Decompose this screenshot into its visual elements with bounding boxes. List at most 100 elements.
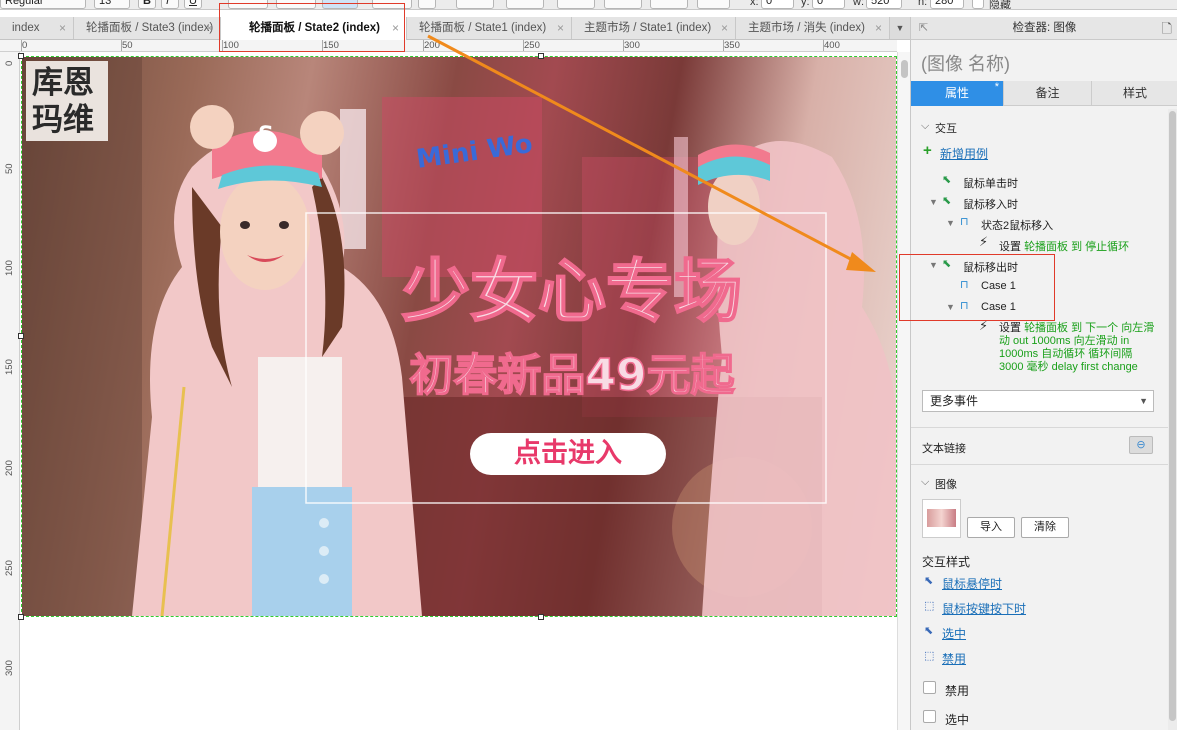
clear-button[interactable]: 清除: [1021, 517, 1069, 538]
close-icon[interactable]: ×: [557, 17, 564, 39]
border-color-button[interactable]: [557, 0, 595, 9]
ruler-label: 100: [4, 260, 15, 276]
tab-theme-state1[interactable]: 主题市场 / State1 (index) ×: [572, 17, 736, 39]
tab-label: 属性: [944, 86, 969, 100]
tab-label: 轮播面板 / State1 (index): [419, 22, 547, 34]
italic-button[interactable]: I: [161, 0, 179, 9]
close-icon[interactable]: ×: [206, 17, 213, 39]
ruler-label: 0: [22, 40, 28, 51]
tab-state1[interactable]: 轮播面板 / State1 (index) ×: [407, 17, 572, 39]
collapse-icon[interactable]: ⇱: [919, 17, 928, 40]
font-style-select[interactable]: Regular: [0, 0, 86, 9]
tab-theme-hide[interactable]: 主题市场 / 消失 (index) ×: [736, 17, 890, 39]
tab-label: 备注: [1035, 86, 1060, 100]
selected-checkbox[interactable]: [923, 710, 936, 723]
italic-label: I: [166, 0, 170, 7]
resize-handle[interactable]: [18, 333, 24, 339]
w-label: w:: [853, 0, 864, 8]
section-image[interactable]: 图像: [935, 476, 957, 492]
image-thumbnail: [922, 499, 961, 538]
ruler-label: 200: [424, 40, 440, 51]
divider: [911, 464, 1168, 465]
case-state2[interactable]: 状态2鼠标移入: [981, 217, 1053, 233]
action-slide-next[interactable]: 设置 轮播面板 到 下一个 向左滑 动 out 1000ms 向左滑动 in 1…: [999, 322, 1154, 374]
action-stop-loop[interactable]: 轮播面板 到 停止循环: [1024, 241, 1129, 253]
event-mouse-enter[interactable]: 鼠标移入时: [963, 196, 1018, 212]
banner-subhead: 初春新品49元起: [409, 349, 736, 402]
annotation-box-tab: [219, 3, 405, 52]
tab-label: 样式: [1122, 86, 1147, 100]
expand-icon[interactable]: ▼: [946, 217, 955, 229]
enter-button[interactable]: 点击进入: [470, 433, 666, 475]
scrollbar-thumb[interactable]: [1169, 111, 1176, 721]
cursor-event-icon: ⬉: [942, 195, 952, 207]
h-value: 280: [935, 0, 954, 7]
tab-notes[interactable]: 备注: [1003, 81, 1091, 106]
resize-handle[interactable]: [538, 53, 544, 59]
border-style-button[interactable]: [650, 0, 688, 9]
cap-logo: S: [258, 123, 274, 148]
resize-handle[interactable]: [18, 53, 24, 59]
more-events-dropdown[interactable]: 更多事件 ▼: [922, 390, 1154, 412]
tab-label: index: [12, 22, 40, 34]
fill-color-button[interactable]: [456, 0, 494, 9]
inspector-header: ⇱ 检查器: 图像 🗋: [911, 17, 1177, 40]
carousel-banner-image[interactable]: 库恩 玛维 S Mini Wo 少女心专场 初春新品49元起 点击进入: [22, 57, 896, 616]
annotation-box-events: [899, 254, 1055, 321]
x-field[interactable]: 0: [761, 0, 794, 9]
disabled-checkbox[interactable]: [923, 681, 936, 694]
pressed-style-link[interactable]: 鼠标按键按下时: [942, 600, 1026, 617]
tab-overflow-button[interactable]: ▼: [890, 17, 910, 39]
canvas-scrollbar[interactable]: [897, 52, 910, 730]
ruler-tick: [523, 40, 524, 51]
ruler-tick: [121, 40, 122, 51]
resize-handle[interactable]: [18, 614, 24, 620]
close-icon[interactable]: ×: [875, 17, 882, 39]
ruler-tick: [623, 40, 624, 51]
document-icon[interactable]: 🗋: [1162, 17, 1172, 40]
import-button[interactable]: 导入: [967, 517, 1015, 538]
add-case-link[interactable]: 新增用例: [940, 145, 988, 162]
resize-handle[interactable]: [538, 614, 544, 620]
pressed-style-icon: ⬚: [924, 600, 935, 612]
ruler-label: 300: [4, 660, 15, 676]
inspector-tabs: 属性 * 备注 样式: [911, 81, 1177, 106]
link-icon[interactable]: ⊖: [1129, 436, 1153, 454]
hidden-checkbox[interactable]: [972, 0, 984, 9]
close-icon[interactable]: ×: [59, 17, 66, 39]
bold-button[interactable]: B: [138, 0, 156, 9]
hover-style-link[interactable]: 鼠标悬停时: [942, 575, 1002, 592]
chevron-down-icon[interactable]: ⌵: [921, 120, 929, 133]
widget-name-field[interactable]: (图像 名称): [921, 50, 1010, 76]
plus-icon[interactable]: +: [923, 142, 932, 159]
tab-index[interactable]: index ×: [0, 17, 74, 39]
section-interaction[interactable]: 交互: [935, 120, 957, 136]
logo-line: 玛维: [32, 102, 94, 138]
font-size-select[interactable]: 13: [94, 0, 130, 9]
line-spacing-button[interactable]: [418, 0, 436, 9]
tab-properties[interactable]: 属性 *: [911, 81, 1003, 106]
w-value: 520: [871, 0, 890, 7]
inspector-title: 检查器: 图像: [1012, 22, 1077, 34]
text-link-label: 文本链接: [922, 443, 966, 455]
w-field[interactable]: 520: [866, 0, 902, 9]
event-click[interactable]: 鼠标单击时: [963, 175, 1018, 191]
border-width-button[interactable]: [604, 0, 642, 9]
chevron-down-icon[interactable]: ⌵: [921, 476, 929, 489]
tab-state3[interactable]: 轮播面板 / State3 (index) ×: [74, 17, 221, 39]
inspector-scrollbar[interactable]: [1168, 109, 1177, 730]
expand-icon[interactable]: ▼: [929, 196, 938, 208]
h-field[interactable]: 280: [930, 0, 964, 9]
arrow-style-button[interactable]: [697, 0, 730, 9]
underline-button[interactable]: U: [184, 0, 202, 9]
tab-style[interactable]: 样式: [1091, 81, 1177, 106]
scrollbar-thumb[interactable]: [901, 60, 908, 78]
y-field[interactable]: 0: [812, 0, 845, 9]
close-icon[interactable]: ×: [721, 17, 728, 39]
y-value: 0: [817, 0, 824, 7]
shadow-button[interactable]: [506, 0, 544, 9]
page-tab-bar: index × 轮播面板 / State3 (index) × 轮播面板 / Sta…: [0, 17, 910, 40]
ruler-label: 200: [4, 460, 15, 476]
disabled-style-link[interactable]: 禁用: [942, 650, 966, 667]
selected-style-link[interactable]: 选中: [942, 625, 966, 642]
